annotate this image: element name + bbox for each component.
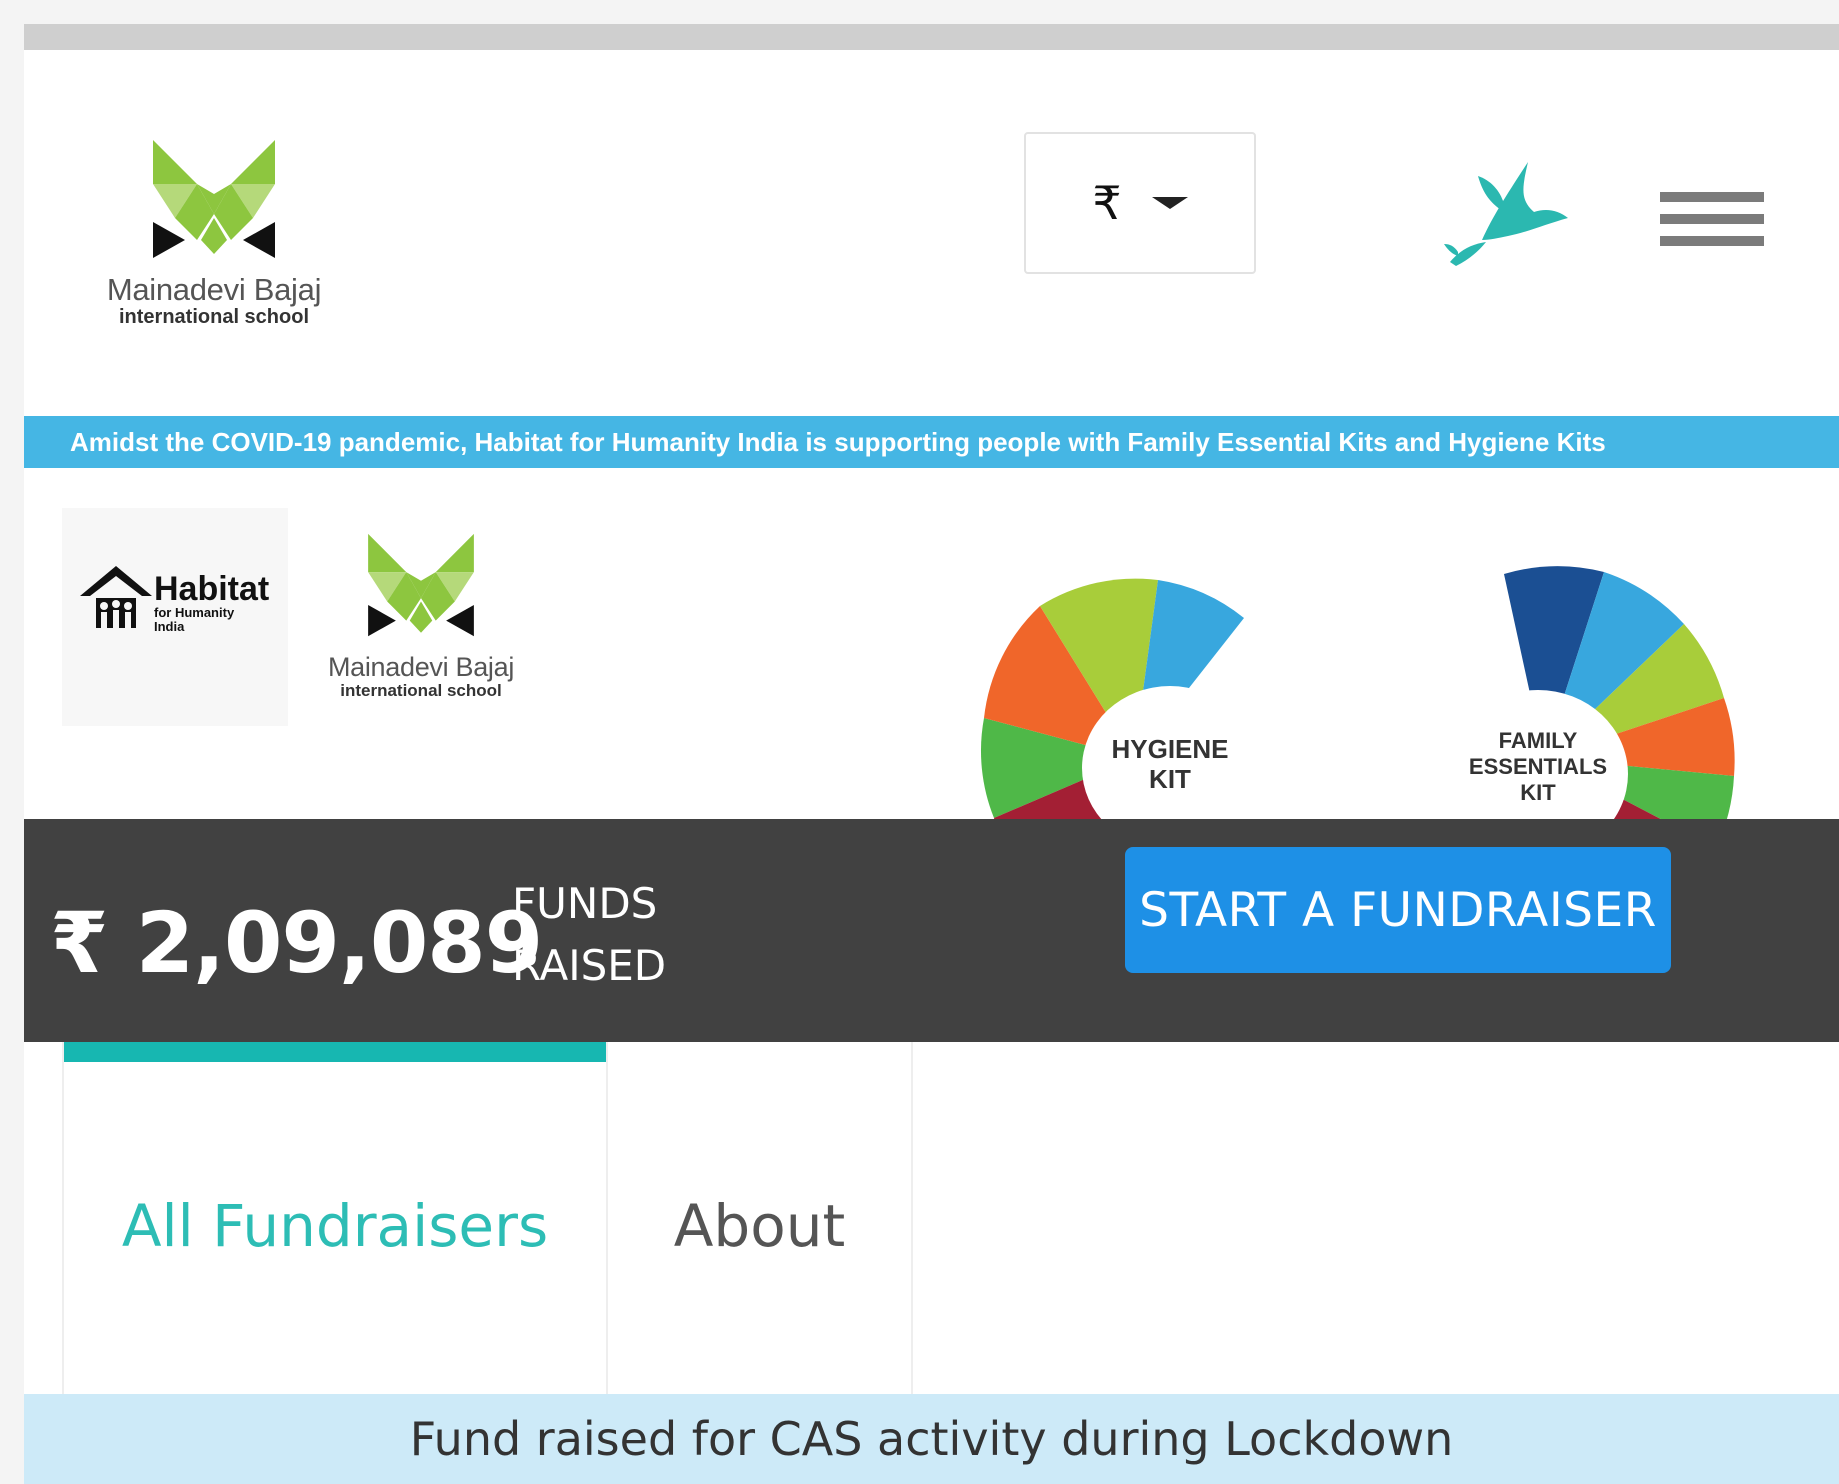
- browser-top-bar: [24, 24, 1839, 50]
- start-fundraiser-button[interactable]: START A FUNDRAISER: [1125, 847, 1671, 973]
- page-frame: Mainadevi Bajaj international school ₹ A…: [24, 24, 1839, 1484]
- campaign-title: Fund raised for CAS activity during Lock…: [409, 1412, 1454, 1466]
- funds-raised-label-line2: RAISED: [512, 941, 667, 990]
- banner-school-logo-mark-icon: [368, 533, 474, 637]
- currency-selected-value: ₹: [1092, 176, 1122, 230]
- tab-all-fundraisers-label: All Fundraisers: [121, 1191, 549, 1260]
- tab-all-fundraisers[interactable]: All Fundraisers: [62, 1042, 608, 1409]
- habitat-title: Habitat: [154, 570, 270, 608]
- school-logo-mark-icon: [153, 140, 275, 258]
- bird-icon[interactable]: [1442, 144, 1572, 284]
- covid-banner-text: Amidst the COVID-19 pandemic, Habitat fo…: [24, 416, 1839, 468]
- hygiene-kit-label-line1: HYGIENE: [1111, 734, 1228, 764]
- funds-raised-amount: ₹ 2,09,089: [50, 894, 543, 992]
- tab-bar: All Fundraisers About: [24, 1042, 1839, 1409]
- banner-school-logo: Mainadevi Bajaj international school: [306, 518, 536, 701]
- hamburger-menu-icon[interactable]: [1660, 192, 1764, 276]
- family-kit-label-line2: ESSENTIALS: [1469, 754, 1607, 779]
- habitat-line3: India: [154, 619, 185, 634]
- tab-about-label: About: [673, 1191, 846, 1260]
- habitat-line2: for Humanity: [154, 605, 235, 620]
- habitat-logo: Habitat for Humanity India: [62, 508, 288, 726]
- tab-about[interactable]: About: [608, 1042, 913, 1409]
- funds-raised-label-line1: FUNDS: [512, 879, 658, 928]
- funds-stats-bar: ₹ 2,09,089 FUNDS RAISED START A FUNDRAIS…: [24, 819, 1839, 1042]
- hygiene-kit-label-line2: KIT: [1149, 764, 1191, 794]
- school-logo-name: Mainadevi Bajaj: [106, 272, 322, 307]
- currency-selector[interactable]: ₹: [1024, 132, 1256, 274]
- school-logo[interactable]: Mainadevi Bajaj international school: [94, 122, 334, 329]
- family-kit-label-line1: FAMILY: [1499, 728, 1578, 753]
- school-logo-subtitle: international school: [118, 306, 310, 328]
- banner-school-logo-name: Mainadevi Bajaj: [327, 652, 515, 682]
- banner-school-logo-subtitle: international school: [340, 681, 502, 700]
- funds-raised-label: FUNDS RAISED: [512, 873, 712, 997]
- chevron-down-icon: [1151, 197, 1188, 209]
- habitat-house-icon: [80, 566, 152, 628]
- family-kit-label-line3: KIT: [1520, 780, 1556, 805]
- campaign-title-bar[interactable]: Fund raised for CAS activity during Lock…: [24, 1394, 1839, 1484]
